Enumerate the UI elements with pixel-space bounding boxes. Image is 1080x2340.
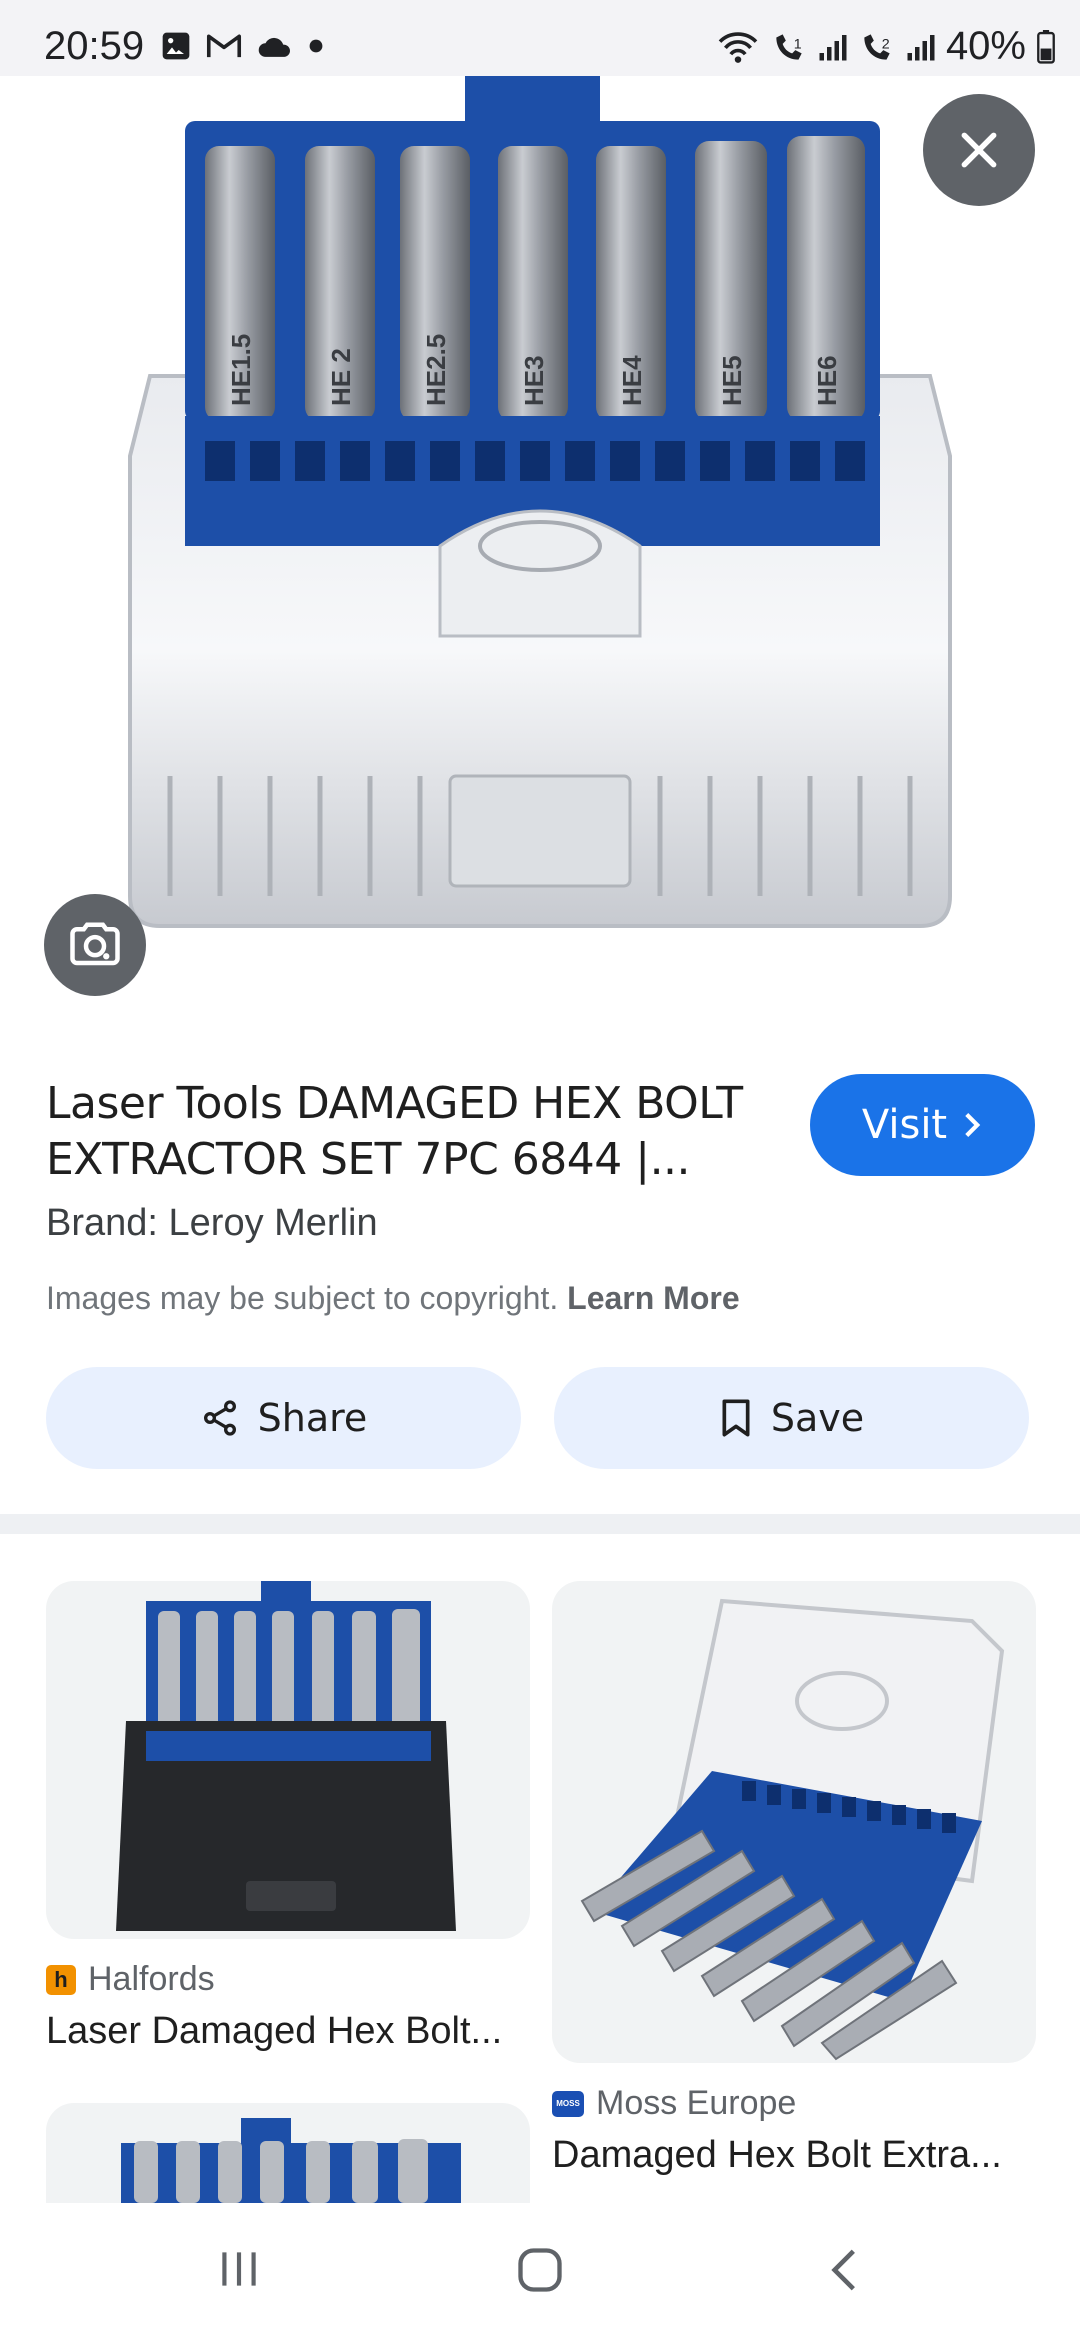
copyright-notice: Images may be subject to copyright. Lear…	[46, 1280, 740, 1317]
related-image-halfords[interactable]	[46, 1581, 530, 1939]
gmail-icon	[206, 34, 242, 58]
status-bar: 20:59 1 2 40%	[0, 0, 1080, 76]
wifi-call-2-icon: 2	[864, 33, 890, 60]
copyright-text: Images may be subject to copyright.	[46, 1280, 559, 1316]
home-icon[interactable]	[514, 2244, 566, 2296]
related-image-partial[interactable]	[46, 2103, 530, 2203]
result-source: MOSS Moss Europe	[552, 2084, 796, 2123]
google-lens-button[interactable]	[44, 894, 146, 996]
visit-button[interactable]: Visit	[810, 1074, 1035, 1176]
extractor-set-thumbnail-image	[121, 2118, 461, 2203]
wifi-call-1-icon: 1	[776, 33, 802, 60]
brand-text: Brand: Leroy Merlin	[46, 1202, 378, 1244]
signal-2-icon	[907, 34, 935, 60]
notification-icons	[160, 30, 324, 62]
black-case-extractor-set-image	[116, 1581, 456, 1931]
related-image-moss-europe[interactable]	[552, 1581, 1036, 2063]
chevron-right-icon	[965, 1113, 981, 1137]
share-button[interactable]: Share	[46, 1367, 521, 1469]
bit-label: HE4	[617, 355, 647, 406]
battery-percent: 40%	[945, 24, 1026, 68]
source-name: Moss Europe	[596, 2084, 797, 2122]
main-product-image[interactable]: HE1.5 HE 2 HE2.5 HE3 HE4 HE5 HE6	[0, 76, 1080, 1006]
result-title[interactable]: Damaged Hex Bolt Extra...	[552, 2134, 1002, 2177]
bit-label: HE2.5	[421, 334, 451, 406]
bookmark-icon	[722, 1399, 750, 1437]
result-source: h Halfords	[46, 1960, 215, 1999]
result-title[interactable]: Laser Tools DAMAGED HEX BOLT EXTRACTOR S…	[46, 1076, 766, 1188]
battery-icon	[1037, 29, 1055, 64]
system-navigation-bar	[0, 2206, 1080, 2340]
recent-apps-icon[interactable]	[214, 2244, 264, 2294]
cloud-icon	[258, 37, 290, 57]
google-lens-icon	[70, 922, 120, 966]
hex-bolt-extractor-set-image: HE1.5 HE 2 HE2.5 HE3 HE4 HE5 HE6	[128, 76, 952, 928]
close-icon	[961, 132, 997, 168]
learn-more-link[interactable]: Learn More	[567, 1280, 739, 1316]
bit-label: HE5	[717, 355, 747, 406]
result-title[interactable]: Laser Damaged Hex Bolt...	[46, 2010, 502, 2053]
save-button[interactable]: Save	[554, 1367, 1029, 1469]
signal-1-icon	[819, 34, 847, 60]
bit-label: HE 2	[326, 348, 356, 406]
open-clear-case-extractor-set-image	[580, 1598, 1005, 2061]
bit-label: HE3	[519, 355, 549, 406]
visit-label: Visit	[861, 1102, 948, 1148]
source-name: Halfords	[88, 1960, 215, 1998]
back-icon[interactable]	[820, 2244, 870, 2296]
status-time: 20:59	[44, 24, 145, 68]
close-button[interactable]	[923, 94, 1035, 206]
system-icons: 1 2 40%	[716, 24, 1056, 69]
wifi-icon	[718, 31, 758, 63]
save-label: Save	[770, 1396, 865, 1440]
gallery-icon	[162, 32, 190, 60]
bit-label: HE1.5	[226, 334, 256, 406]
share-icon	[203, 1400, 236, 1436]
section-divider	[0, 1514, 1080, 1534]
svg-text:2: 2	[882, 36, 890, 52]
moss-europe-favicon-icon: MOSS	[552, 2090, 584, 2117]
dot-icon	[309, 39, 323, 53]
bit-label: HE6	[812, 355, 842, 406]
svg-text:1: 1	[794, 36, 802, 52]
share-label: Share	[257, 1396, 368, 1440]
halfords-favicon-icon: h	[46, 1964, 76, 1995]
